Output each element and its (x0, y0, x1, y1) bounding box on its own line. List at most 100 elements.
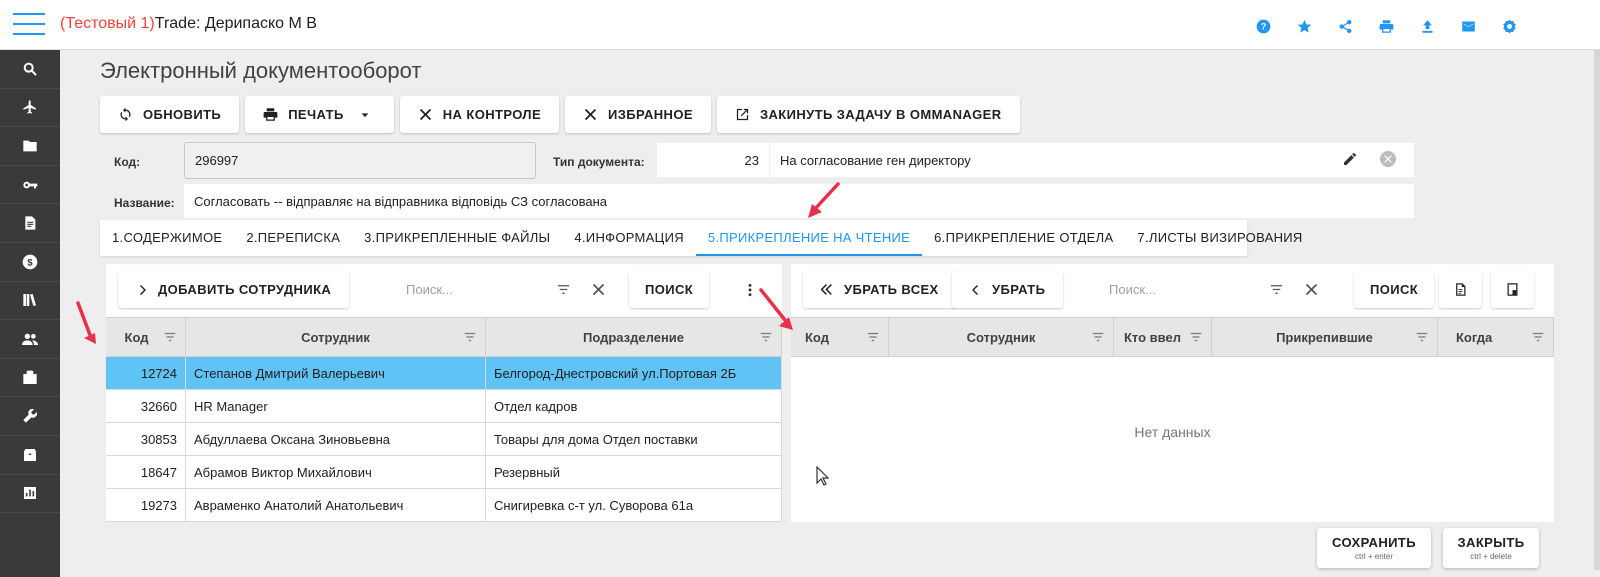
send-task-button[interactable]: ЗАКИНУТЬ ЗАДАЧУ В OMMANAGER (716, 96, 1020, 133)
export-document-button[interactable] (1439, 271, 1482, 308)
filter-icon[interactable] (463, 330, 477, 344)
filter-icon[interactable] (866, 330, 880, 344)
tab-department-attachment[interactable]: 6.ПРИКРЕПЛЕНИЕ ОТДЕЛА (922, 220, 1125, 256)
remove-button[interactable]: УБРАТЬ (952, 271, 1064, 308)
chevron-right-icon (140, 284, 146, 295)
tab-correspondence[interactable]: 2.ПЕРЕПИСКА (234, 220, 352, 256)
mouse-cursor-icon (816, 466, 830, 486)
clear-search-icon[interactable] (591, 282, 606, 297)
filter-icon[interactable] (1189, 330, 1203, 344)
share-icon[interactable] (1334, 15, 1356, 37)
row-employee: Авраменко Анатолий Анатольевич (186, 489, 486, 521)
key-icon[interactable] (0, 166, 60, 205)
table-row[interactable]: 32660 HR Manager Отдел кадров (106, 390, 782, 423)
dollar-icon[interactable]: $ (0, 243, 60, 282)
close-icon (419, 108, 431, 121)
chevron-left-icon (972, 284, 978, 295)
refresh-button[interactable]: ОБНОВИТЬ (100, 96, 240, 133)
employee-search-input[interactable]: Поиск... (396, 282, 546, 297)
folder-icon[interactable] (0, 127, 60, 166)
search-icon[interactable] (0, 50, 60, 89)
col-attached-by[interactable]: Прикрепившие (1212, 318, 1438, 356)
readers-grid-header: Код Сотрудник Кто ввел Прикрепившие Когд… (791, 317, 1554, 357)
table-row[interactable]: 30853 Абдуллаева Оксана Зиновьевна Товар… (106, 423, 782, 456)
favorite-button[interactable]: ИЗБРАННОЕ (565, 96, 711, 133)
col-code[interactable]: Код (106, 318, 186, 356)
document-icon[interactable] (0, 204, 60, 243)
package-icon[interactable] (0, 436, 60, 475)
save-button[interactable]: СОХРАНИТЬ ctrl + enter (1317, 528, 1431, 568)
row-code: 19273 (106, 489, 186, 521)
tab-information[interactable]: 4.ИНФОРМАЦИЯ (562, 220, 696, 256)
help-icon[interactable]: ? (1252, 15, 1274, 37)
mail-icon[interactable] (1457, 15, 1479, 37)
add-employee-button[interactable]: ДОБАВИТЬ СОТРУДНИКА (118, 271, 350, 308)
tab-content[interactable]: 1.СОДЕРЖИМОЕ (100, 220, 234, 256)
tab-read-attachment[interactable]: 5.ПРИКРЕПЛЕНИЕ НА ЧТЕНИЕ (695, 220, 923, 256)
filter-icon[interactable] (1531, 330, 1545, 344)
external-link-icon (736, 108, 749, 121)
row-department: Снигиревка с-т ул. Суворова 61а (486, 489, 782, 521)
col-department[interactable]: Подразделение (486, 318, 782, 356)
name-field[interactable]: Согласовать -- відправляє на відправника… (184, 184, 1414, 218)
doctype-number-field[interactable]: 23 (657, 143, 769, 177)
upload-icon[interactable] (1416, 15, 1438, 37)
table-row[interactable]: 19273 Авраменко Анатолий Анатольевич Сни… (106, 489, 782, 522)
wrench-icon[interactable] (0, 397, 60, 436)
reader-search-box: Поиск... (1099, 272, 1329, 306)
briefcase-icon[interactable] (0, 359, 60, 398)
filter-icon[interactable] (556, 282, 571, 297)
print-button[interactable]: ПЕЧАТЬ (245, 96, 394, 133)
clear-search-icon[interactable] (1304, 282, 1319, 297)
code-field[interactable]: 296997 (184, 142, 536, 179)
row-department: Резервный (486, 456, 782, 488)
print-icon (263, 108, 278, 121)
page-scrollbar[interactable] (1594, 50, 1600, 570)
table-row[interactable]: 18647 Абрамов Виктор Михайлович Резервны… (106, 456, 782, 489)
app-title-text: Trade: Дерипаско М В (154, 15, 317, 32)
on-control-button[interactable]: НА КОНТРОЛЕ (399, 96, 560, 133)
table-row[interactable]: 12724 Степанов Дмитрий Валерьевич Белгор… (106, 357, 782, 390)
row-employee: HR Manager (186, 390, 486, 422)
col-code[interactable]: Код (791, 318, 889, 356)
document-icon (1456, 283, 1466, 296)
favorite-label: ИЗБРАННОЕ (608, 107, 693, 122)
col-entered-by[interactable]: Кто ввел (1114, 318, 1212, 356)
clear-icon[interactable] (1380, 151, 1396, 167)
chart-icon[interactable] (0, 475, 60, 514)
print-icon[interactable] (1375, 15, 1397, 37)
dropdown-arrow-icon (361, 112, 369, 117)
svg-text:?: ? (1260, 21, 1265, 31)
plane-icon[interactable] (0, 89, 60, 128)
test-env-label: (Тестовый 1) (60, 15, 155, 32)
reader-search-input[interactable]: Поиск... (1099, 282, 1259, 297)
settings-icon[interactable] (1498, 15, 1520, 37)
col-employee[interactable]: Сотрудник (889, 318, 1114, 356)
doctype-label: Тип документа: (553, 155, 645, 169)
tab-approval-sheets[interactable]: 7.ЛИСТЫ ВИЗИРОВАНИЯ (1125, 220, 1314, 256)
refresh-icon (120, 107, 131, 122)
employee-search-button[interactable]: ПОИСК (629, 271, 710, 308)
edit-icon[interactable] (1342, 151, 1358, 167)
print-label: ПЕЧАТЬ (288, 107, 344, 122)
filter-icon[interactable] (1269, 282, 1284, 297)
star-icon[interactable] (1293, 15, 1315, 37)
reader-search-button[interactable]: ПОИСК (1354, 271, 1435, 308)
col-employee[interactable]: Сотрудник (186, 318, 486, 356)
doctype-name-field[interactable]: На согласование ген директору (770, 143, 1414, 177)
row-department: Белгород-Днестровский ул.Портовая 2Б (486, 357, 782, 389)
remove-all-button[interactable]: УБРАТЬ ВСЕХ (803, 271, 957, 308)
people-icon[interactable] (0, 320, 60, 359)
export-sheet-button[interactable] (1491, 271, 1534, 308)
tab-attached-files[interactable]: 3.ПРИКРЕПЛЕННЫЕ ФАЙЛЫ (352, 220, 562, 256)
filter-icon[interactable] (163, 330, 177, 344)
filter-icon[interactable] (1415, 330, 1429, 344)
filter-icon[interactable] (1091, 330, 1105, 344)
menu-icon[interactable] (13, 13, 45, 37)
reader-search-label: ПОИСК (1370, 282, 1419, 297)
library-icon[interactable] (0, 282, 60, 321)
double-chevron-left-icon (821, 284, 832, 295)
close-label: ЗАКРЫТЬ (1457, 535, 1525, 550)
col-when[interactable]: Когда (1438, 318, 1554, 356)
close-button[interactable]: ЗАКРЫТЬ ctrl + delete (1443, 528, 1539, 568)
